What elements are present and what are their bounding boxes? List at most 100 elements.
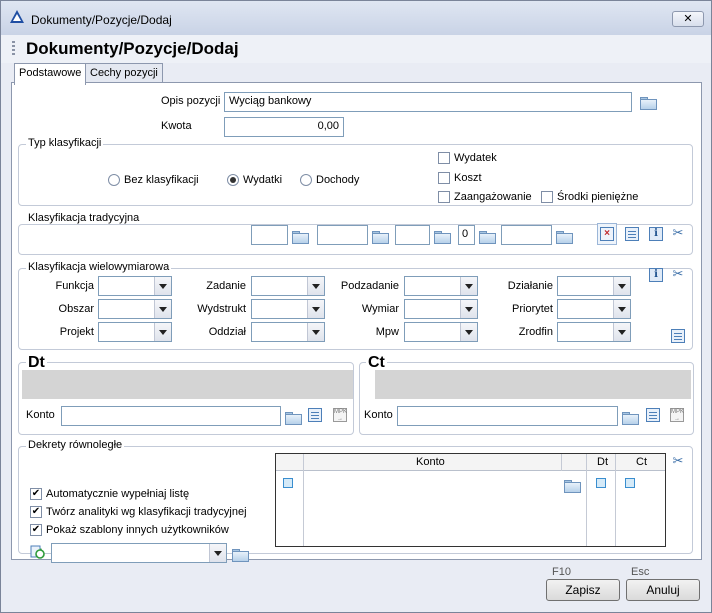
funkcja-select[interactable] <box>98 276 172 296</box>
zadanie-label: Zadanie <box>206 280 246 292</box>
checkbox-zaangazowanie[interactable] <box>438 191 450 203</box>
checkbox-wydatek[interactable] <box>438 152 450 164</box>
paragraf-input[interactable] <box>395 225 430 245</box>
priorytet-label: Priorytet <box>512 303 553 315</box>
radio-dochody-label: Dochody <box>316 174 360 186</box>
chevron-down-icon <box>307 300 324 318</box>
close-button[interactable]: ✕ <box>672 11 704 27</box>
folder-icon[interactable] <box>372 231 389 244</box>
opis-input[interactable]: Wyciąg bankowy <box>224 92 632 112</box>
dekrety-grid: Konto Dt Ct <box>275 453 666 547</box>
row-selector-icon[interactable] <box>283 478 293 488</box>
toolbar-grip[interactable] <box>12 41 15 57</box>
checkbox-szablony[interactable]: ✔ <box>30 524 42 536</box>
rozdzial-input[interactable] <box>317 225 368 245</box>
checkbox-auto-fill[interactable]: ✔ <box>30 488 42 500</box>
klasyfikacja-tradycyjna-title: Klasyfikacja tradycyjna <box>26 212 142 224</box>
obszar-label: Obszar <box>58 303 94 315</box>
dzialanie-select[interactable] <box>557 276 631 296</box>
folder-icon[interactable] <box>285 412 302 425</box>
folder-icon[interactable] <box>640 97 657 110</box>
folder-icon[interactable] <box>564 480 581 493</box>
list-icon[interactable] <box>308 408 322 422</box>
grid-divider <box>561 454 562 471</box>
cancel-hotkey: Esc <box>631 566 650 578</box>
folder-icon[interactable] <box>434 231 451 244</box>
zrodfin-select[interactable] <box>557 322 631 342</box>
mpw-select[interactable] <box>404 322 478 342</box>
folder-icon[interactable] <box>479 231 496 244</box>
dt-cell-icon[interactable] <box>596 478 606 488</box>
list-icon[interactable] <box>671 329 685 343</box>
app-logo-icon <box>10 10 24 23</box>
priorytet-select[interactable] <box>557 299 631 319</box>
radio-dochody[interactable] <box>300 174 312 186</box>
klasyfikacja-wielowymiarowa-title: Klasyfikacja wielowymiarowa <box>26 261 172 273</box>
radio-bez-klasyfikacji[interactable] <box>108 174 120 186</box>
opis-label: Opis pozycji <box>161 95 221 107</box>
column-ct: Ct <box>636 456 647 468</box>
dekrety-title: Dekrety równoległe <box>26 439 125 451</box>
obszar-select[interactable] <box>98 299 172 319</box>
column-dt: Dt <box>597 456 608 468</box>
checkbox-koszt[interactable] <box>438 172 450 184</box>
clear-classification-button[interactable]: × <box>597 223 617 245</box>
save-hotkey: F10 <box>552 566 571 578</box>
chevron-down-icon <box>460 277 477 295</box>
pozycja-input[interactable]: 0 <box>458 225 475 245</box>
mpk-icon[interactable]: MPK → <box>670 408 684 422</box>
template-select[interactable] <box>51 543 227 563</box>
podpozycja-input[interactable] <box>501 225 552 245</box>
folder-icon[interactable] <box>622 412 639 425</box>
dialog-window: Dokumenty/Pozycje/Dodaj ✕ Dokumenty/Pozy… <box>0 0 712 613</box>
chevron-down-icon <box>613 300 630 318</box>
checkbox-analityki[interactable]: ✔ <box>30 506 42 518</box>
podzadanie-select[interactable] <box>404 276 478 296</box>
wydstrukt-select[interactable] <box>251 299 325 319</box>
list-icon[interactable] <box>625 227 639 241</box>
info-icon[interactable]: i <box>649 227 663 241</box>
checkbox-srodki-pieniezne[interactable] <box>541 191 553 203</box>
chevron-down-icon <box>209 544 226 562</box>
cancel-button[interactable]: Anuluj <box>626 579 700 601</box>
chevron-down-icon <box>307 277 324 295</box>
info-icon[interactable]: i <box>649 268 663 282</box>
chevron-down-icon <box>307 323 324 341</box>
mpk-icon[interactable]: MPK → <box>333 408 347 422</box>
chevron-down-icon <box>154 323 171 341</box>
scissors-icon[interactable]: ✂ <box>671 267 685 282</box>
zadanie-select[interactable] <box>251 276 325 296</box>
checkbox-auto-fill-label: Automatycznie wypełniaj listę <box>46 488 190 500</box>
dzial-input[interactable] <box>251 225 288 245</box>
ct-konto-input[interactable] <box>397 406 618 426</box>
folder-icon[interactable] <box>292 231 309 244</box>
wymiar-select[interactable] <box>404 299 478 319</box>
kwota-input[interactable]: 0,00 <box>224 117 344 137</box>
scissors-icon[interactable]: ✂ <box>671 226 685 241</box>
refresh-template-icon[interactable] <box>30 545 45 559</box>
folder-icon[interactable] <box>556 231 573 244</box>
save-button[interactable]: Zapisz <box>546 579 620 601</box>
chevron-down-icon <box>154 300 171 318</box>
kwota-label: Kwota <box>161 120 192 132</box>
typ-klasyfikacji-title: Typ klasyfikacji <box>26 137 104 149</box>
projekt-select[interactable] <box>98 322 172 342</box>
tab-cechy-pozycji[interactable]: Cechy pozycji <box>85 63 163 83</box>
zrodfin-label: Zrodfin <box>518 326 553 338</box>
podzadanie-label: Podzadanie <box>340 280 399 292</box>
mpw-label: Mpw <box>375 326 399 338</box>
oddzial-select[interactable] <box>251 322 325 342</box>
clear-icon: × <box>600 227 614 241</box>
ct-konto-label: Konto <box>364 409 393 421</box>
dt-konto-label: Konto <box>26 409 55 421</box>
dt-konto-input[interactable] <box>61 406 281 426</box>
list-icon[interactable] <box>646 408 660 422</box>
funkcja-label: Funkcja <box>55 280 94 292</box>
tab-podstawowe[interactable]: Podstawowe <box>14 63 87 85</box>
radio-wydatki[interactable] <box>227 174 239 186</box>
wydstrukt-label: Wydstrukt <box>197 303 246 315</box>
scissors-icon[interactable]: ✂ <box>671 454 685 469</box>
ct-cell-icon[interactable] <box>625 478 635 488</box>
dt-band <box>22 370 353 399</box>
folder-icon[interactable] <box>232 549 249 562</box>
